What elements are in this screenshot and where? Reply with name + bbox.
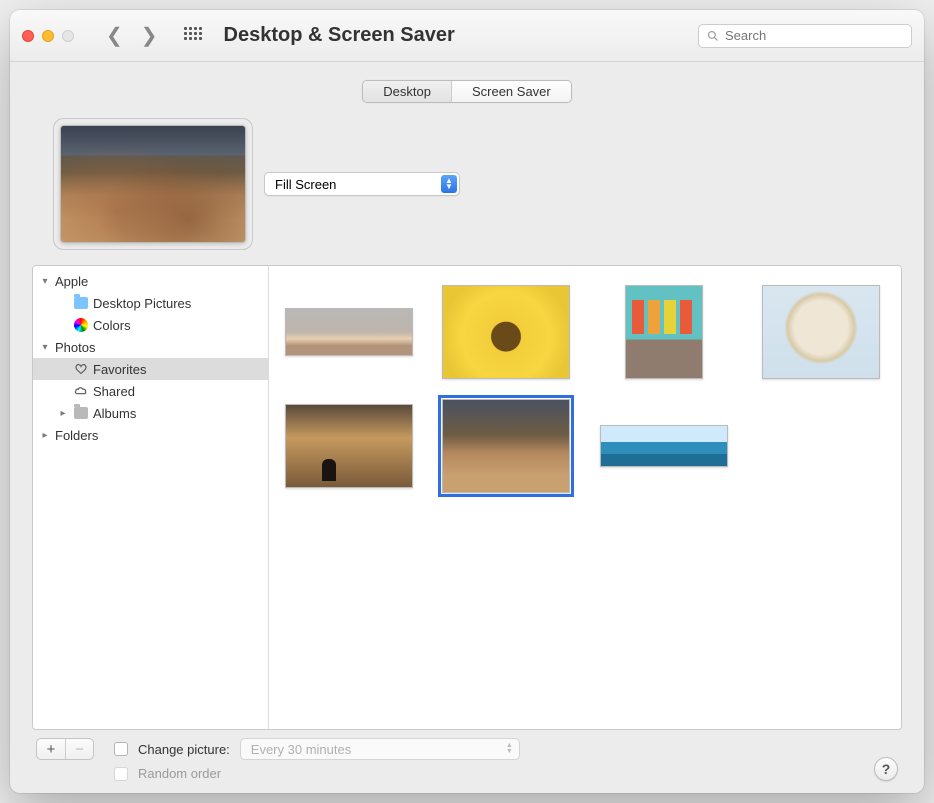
folder-icon	[73, 295, 89, 311]
sidebar-item-colors[interactable]: Colors	[33, 314, 268, 336]
sidebar-group-apple[interactable]: ▾ Apple	[33, 270, 268, 292]
show-all-prefs-button[interactable]	[184, 27, 202, 45]
disclosure-triangle-icon[interactable]: ▾	[39, 276, 51, 287]
change-picture-label: Change picture:	[138, 742, 230, 757]
heart-icon	[73, 361, 89, 377]
tab-screensaver[interactable]: Screen Saver	[452, 81, 571, 102]
gallery-thumb[interactable]	[437, 394, 577, 498]
source-sidebar[interactable]: ▾ Apple Desktop Pictures Colors ▾ Photos	[33, 266, 269, 729]
gallery-thumb[interactable]	[594, 280, 734, 384]
gallery-thumb[interactable]	[437, 280, 577, 384]
gallery-thumb[interactable]	[279, 394, 419, 498]
change-picture-checkbox[interactable]	[114, 742, 128, 756]
desktop-preview	[60, 125, 246, 243]
random-order-checkbox	[114, 767, 128, 781]
sidebar-item-label: Favorites	[93, 362, 146, 377]
tab-desktop[interactable]: Desktop	[363, 81, 452, 102]
gallery-thumb[interactable]	[279, 280, 419, 384]
forward-button[interactable]: ❯	[141, 26, 158, 46]
sidebar-item-label: Albums	[93, 406, 136, 421]
color-wheel-icon	[73, 317, 89, 333]
titlebar: ❮ ❯ Desktop & Screen Saver	[10, 10, 924, 62]
sidebar-item-label: Desktop Pictures	[93, 296, 191, 311]
random-order-label: Random order	[138, 766, 221, 781]
image-gallery	[269, 266, 901, 729]
content-area: Desktop Screen Saver Fill Screen ▲▼ ▾ Ap…	[10, 62, 924, 793]
search-icon	[707, 30, 719, 42]
close-window-button[interactable]	[22, 30, 34, 42]
source-browser: ▾ Apple Desktop Pictures Colors ▾ Photos	[32, 265, 902, 730]
sidebar-item-desktop-pictures[interactable]: Desktop Pictures	[33, 292, 268, 314]
sidebar-item-albums[interactable]: ▸ Albums	[33, 402, 268, 424]
sidebar-group-photos[interactable]: ▾ Photos	[33, 336, 268, 358]
footer-controls: + − Change picture: Every 30 minutes ▲▼ …	[32, 730, 902, 781]
back-button[interactable]: ❮	[106, 26, 123, 46]
change-picture-row: Change picture: Every 30 minutes ▲▼	[114, 738, 520, 760]
fill-mode-value: Fill Screen	[275, 177, 336, 192]
change-interval-value: Every 30 minutes	[251, 742, 351, 757]
sidebar-item-label: Colors	[93, 318, 131, 333]
disclosure-triangle-icon[interactable]: ▾	[39, 342, 51, 353]
sidebar-group-folders[interactable]: ▸ Folders	[33, 424, 268, 446]
stepper-chevron-icon: ▲▼	[506, 743, 513, 755]
toolbar-nav: ❮ ❯	[92, 26, 166, 46]
search-input[interactable]	[725, 28, 903, 43]
cloud-icon	[73, 383, 89, 399]
window-controls	[22, 30, 74, 42]
folder-icon	[73, 405, 89, 421]
remove-source-button: −	[65, 739, 93, 759]
search-field[interactable]	[698, 24, 912, 48]
gallery-thumb[interactable]	[594, 394, 734, 498]
preview-row: Fill Screen ▲▼	[32, 125, 902, 243]
disclosure-triangle-icon[interactable]: ▸	[39, 430, 51, 441]
prefs-window: ❮ ❯ Desktop & Screen Saver Desktop Scree…	[10, 10, 924, 793]
fill-mode-popup[interactable]: Fill Screen ▲▼	[264, 172, 460, 196]
change-interval-popup: Every 30 minutes ▲▼	[240, 738, 520, 760]
minimize-window-button[interactable]	[42, 30, 54, 42]
sidebar-item-favorites[interactable]: Favorites	[33, 358, 268, 380]
sidebar-group-label: Apple	[55, 274, 88, 289]
tab-segmented-control: Desktop Screen Saver	[362, 80, 571, 103]
pane-title: Desktop & Screen Saver	[224, 24, 455, 47]
help-button[interactable]: ?	[874, 757, 898, 781]
sidebar-group-label: Folders	[55, 428, 98, 443]
add-source-button[interactable]: +	[37, 739, 65, 759]
sidebar-item-shared[interactable]: Shared	[33, 380, 268, 402]
disclosure-triangle-icon[interactable]: ▸	[57, 408, 69, 419]
random-order-row: Random order	[114, 766, 520, 781]
popup-chevron-icon: ▲▼	[441, 175, 457, 193]
gallery-thumb[interactable]	[752, 280, 892, 384]
zoom-window-button	[62, 30, 74, 42]
sidebar-item-label: Shared	[93, 384, 135, 399]
add-remove-source: + −	[36, 738, 94, 760]
change-picture-options: Change picture: Every 30 minutes ▲▼ Rand…	[114, 738, 520, 781]
sidebar-group-label: Photos	[55, 340, 95, 355]
